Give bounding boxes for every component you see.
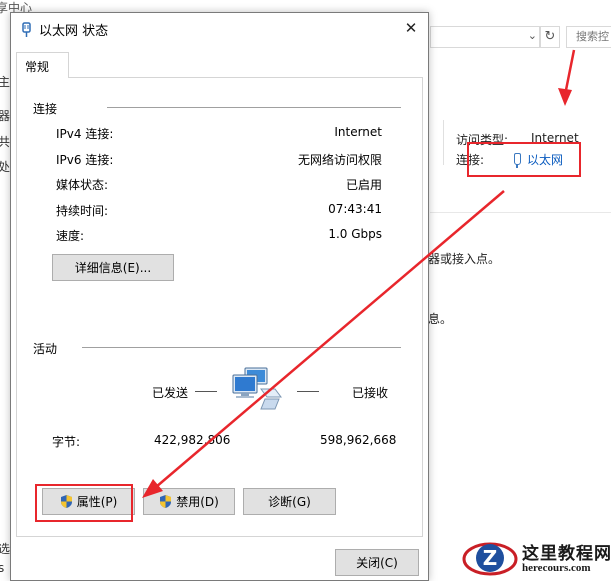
arrow-head: [558, 88, 572, 106]
arrow-line: [155, 190, 505, 488]
watermark-en: herecours.com: [522, 562, 591, 574]
watermark-cn: 这里教程网: [522, 544, 611, 564]
svg-text:Z: Z: [483, 546, 498, 570]
annotation-arrows: [142, 49, 576, 498]
site-logo-icon: Z: [462, 542, 518, 576]
watermark: Z 这里教程网 herecours.com: [462, 535, 611, 581]
tab-general[interactable]: 常规: [16, 52, 69, 78]
arrow-line: [563, 49, 576, 96]
arrow-head: [142, 479, 163, 498]
